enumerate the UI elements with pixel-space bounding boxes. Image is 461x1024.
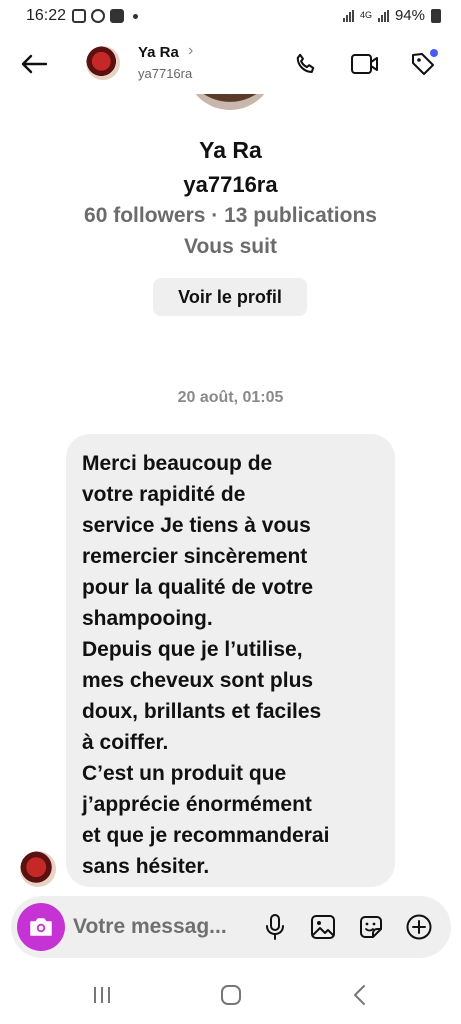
- call-button[interactable]: [290, 48, 322, 80]
- profile-stats: 60 followers · 13 publications: [84, 204, 377, 227]
- video-call-button[interactable]: [349, 48, 381, 80]
- video-camera-icon: [351, 54, 378, 74]
- microphone-icon: [266, 914, 284, 940]
- message-bubble[interactable]: Merci beaucoup de votre rapidité de serv…: [66, 434, 395, 887]
- recent-apps-button[interactable]: [82, 978, 122, 1012]
- signal-icon-2: [377, 9, 389, 22]
- follows-you-label: Vous suit: [184, 235, 277, 258]
- phone-icon: [296, 53, 315, 73]
- system-navigation-bar: [0, 966, 461, 1024]
- youtube-notification-icon: [110, 9, 124, 23]
- instagram-dm-screen: 16:22 4G 94% Ya Ra › ya7716ra Ya Ra ya77…: [0, 0, 461, 1024]
- battery-icon: [431, 8, 441, 23]
- sender-avatar[interactable]: [20, 851, 56, 887]
- gallery-button[interactable]: [307, 911, 339, 943]
- gallery-icon: [311, 915, 335, 939]
- camera-button[interactable]: [17, 903, 65, 951]
- status-notification-icons: [72, 9, 138, 23]
- chat-header: Ya Ra › ya7716ra: [0, 34, 461, 94]
- chevron-right-icon[interactable]: ›: [188, 42, 193, 60]
- message-text: Merci beaucoup de votre rapidité de serv…: [82, 452, 330, 878]
- view-profile-button[interactable]: Voir le profil: [153, 278, 307, 316]
- profile-name: Ya Ra: [199, 137, 262, 163]
- sticker-button[interactable]: [355, 911, 387, 943]
- gallery-notification-icon: [72, 9, 86, 23]
- more-options-button[interactable]: [403, 911, 435, 943]
- status-bar: 16:22 4G 94%: [0, 0, 461, 34]
- header-avatar[interactable]: [86, 46, 120, 80]
- recent-apps-icon: [94, 987, 110, 1003]
- header-name[interactable]: Ya Ra: [138, 44, 179, 61]
- battery-percentage: 94%: [394, 7, 425, 24]
- profile-username: ya7716ra: [183, 172, 278, 197]
- status-time: 16:22: [26, 7, 67, 24]
- message-composer: [11, 896, 451, 958]
- message-timestamp: 20 août, 01:05: [177, 389, 284, 406]
- network-type-label: 4G: [359, 10, 372, 20]
- home-button[interactable]: [211, 978, 251, 1012]
- notification-dot: [430, 49, 438, 57]
- plus-icon: [406, 914, 432, 940]
- signal-icon: [342, 9, 354, 22]
- tag-button[interactable]: [407, 48, 439, 80]
- status-system-icons: 4G 94%: [342, 7, 441, 24]
- sticker-icon: [360, 916, 382, 938]
- home-icon: [221, 985, 241, 1005]
- microphone-button[interactable]: [259, 911, 291, 943]
- back-icon: [354, 985, 365, 1005]
- sync-notification-icon: [91, 9, 105, 23]
- back-button[interactable]: [18, 48, 50, 80]
- more-notifications-icon: [133, 13, 138, 19]
- back-nav-button[interactable]: [340, 978, 380, 1012]
- back-arrow-icon: [21, 54, 48, 74]
- message-input[interactable]: [73, 912, 251, 942]
- header-username[interactable]: ya7716ra: [138, 66, 192, 81]
- camera-icon: [30, 918, 52, 936]
